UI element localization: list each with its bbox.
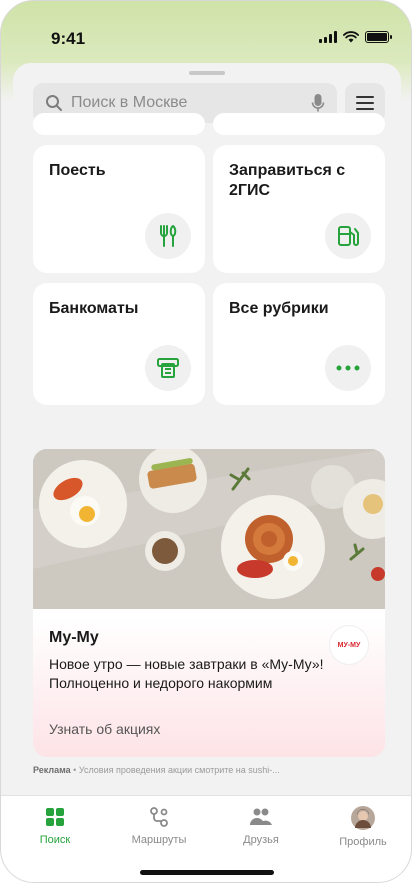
status-time: 9:41 bbox=[51, 29, 86, 48]
tile-label: Заправиться с 2ГИС bbox=[229, 162, 346, 199]
ad-text: Новое утро — новые завтраки в «Му-Му»! П… bbox=[49, 656, 324, 691]
status-bar: 9:41 bbox=[1, 1, 411, 57]
search-grid-icon bbox=[46, 808, 64, 826]
fork-knife-icon bbox=[145, 213, 191, 259]
battery-icon bbox=[365, 31, 392, 43]
tab-profile[interactable]: Профиль bbox=[323, 806, 403, 848]
tile-partial-right[interactable] bbox=[213, 113, 385, 135]
fuel-pump-icon bbox=[325, 213, 371, 259]
hamburger-icon bbox=[356, 96, 374, 110]
sheet-grabber[interactable] bbox=[189, 71, 225, 75]
ad-card[interactable]: Му-Му МУ-МУ Новое утро — новые завтраки … bbox=[33, 449, 385, 757]
tile-label: Все рубрики bbox=[229, 300, 329, 317]
phone-screen: 9:41 Поиск в Москве Поесть Заправиться с… bbox=[0, 0, 412, 883]
tile-atm[interactable]: Банкоматы bbox=[33, 283, 205, 405]
tab-label: Поиск bbox=[39, 834, 71, 846]
avatar bbox=[351, 806, 375, 830]
tile-partial-left[interactable] bbox=[33, 113, 205, 135]
tile-label: Поесть bbox=[49, 162, 106, 179]
tab-routes[interactable]: Маршруты bbox=[119, 806, 199, 846]
route-icon bbox=[150, 807, 168, 827]
tile-eat[interactable]: Поесть bbox=[33, 145, 205, 273]
ad-disclaimer-text: • Условия проведения акции смотрите на s… bbox=[70, 765, 280, 775]
ad-promo-link[interactable]: Узнать об акциях bbox=[49, 721, 160, 737]
ad-food-image bbox=[33, 449, 385, 609]
tile-all-rubrics[interactable]: Все рубрики bbox=[213, 283, 385, 405]
bottom-sheet: Поиск в Москве Поесть Заправиться с 2ГИС… bbox=[13, 63, 401, 803]
tile-label: Банкоматы bbox=[49, 300, 139, 317]
tab-friends[interactable]: Друзья bbox=[221, 806, 301, 846]
microphone-icon[interactable] bbox=[311, 93, 325, 113]
status-icons bbox=[319, 31, 392, 43]
rubrics-grid: Поесть Заправиться с 2ГИС Банкоматы Все … bbox=[33, 113, 385, 433]
tile-fuel[interactable]: Заправиться с 2ГИС bbox=[213, 145, 385, 273]
tab-bar: Поиск Маршруты Друзья Профиль bbox=[1, 795, 411, 882]
wifi-icon bbox=[343, 31, 359, 43]
tab-label: Друзья bbox=[243, 834, 279, 846]
search-icon bbox=[46, 95, 62, 111]
ad-logo: МУ-МУ bbox=[329, 625, 369, 665]
tab-label: Маршруты bbox=[131, 834, 187, 846]
home-indicator bbox=[140, 870, 274, 875]
atm-icon bbox=[145, 345, 191, 391]
tab-search[interactable]: Поиск bbox=[15, 806, 95, 846]
more-dots-icon bbox=[325, 345, 371, 391]
signal-icon bbox=[319, 31, 337, 43]
ad-disclaimer: Реклама • Условия проведения акции смотр… bbox=[33, 765, 385, 775]
ad-title: Му-Му bbox=[49, 629, 99, 646]
friends-icon bbox=[250, 808, 272, 825]
ad-disclaimer-label: Реклама bbox=[33, 765, 71, 775]
tab-label: Профиль bbox=[339, 836, 387, 848]
search-placeholder: Поиск в Москве bbox=[71, 94, 188, 111]
